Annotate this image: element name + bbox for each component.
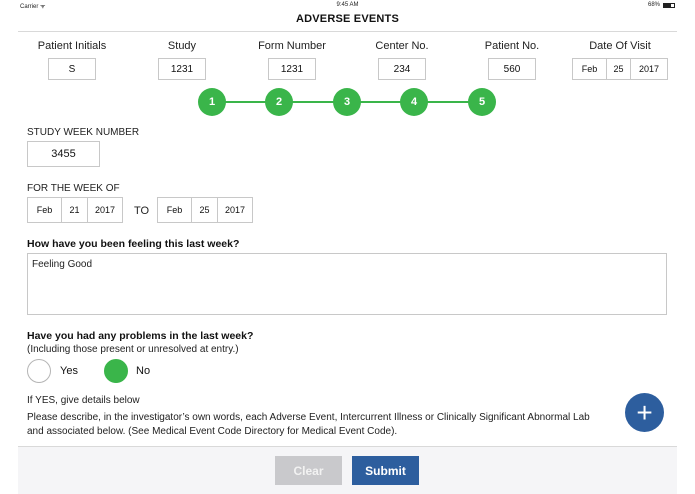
date-of-visit-label: Date Of Visit <box>589 40 651 52</box>
patient-initials-group: Patient Initials S <box>28 40 116 80</box>
visit-day[interactable]: 25 <box>607 59 631 79</box>
details-line-2: and associated below. (See Medical Event… <box>27 426 398 437</box>
center-no-field[interactable]: 234 <box>378 58 426 80</box>
feeling-question: How have you been feeling this last week… <box>27 238 240 250</box>
form-number-field[interactable]: 1231 <box>268 58 316 80</box>
problems-question: Have you had any problems in the last we… <box>27 330 254 342</box>
step-1[interactable]: 1 <box>198 88 226 116</box>
patient-initials-field[interactable]: S <box>48 58 96 80</box>
patient-no-label: Patient No. <box>484 40 540 52</box>
study-week-field[interactable]: 3455 <box>27 141 100 167</box>
patient-no-group: Patient No. 560 <box>468 40 556 80</box>
form-number-group: Form Number 1231 <box>248 40 336 80</box>
page-title: ADVERSE EVENTS <box>295 13 400 25</box>
clear-button[interactable]: Clear <box>275 456 342 485</box>
footer-bar <box>18 447 677 494</box>
submit-button[interactable]: Submit <box>352 456 419 485</box>
visit-month[interactable]: Feb <box>573 59 607 79</box>
week-of-label: FOR THE WEEK OF <box>27 183 120 194</box>
to-month[interactable]: Feb <box>158 198 192 222</box>
study-week-label: STUDY WEEK NUMBER <box>27 127 140 138</box>
to-year[interactable]: 2017 <box>218 198 252 222</box>
patient-no-field[interactable]: 560 <box>488 58 536 80</box>
center-no-label: Center No. <box>375 40 429 52</box>
to-label: TO <box>134 205 150 217</box>
radio-yes-label: Yes <box>60 365 78 377</box>
study-label: Study <box>167 40 197 52</box>
nav-divider <box>18 31 677 32</box>
battery-percent: 68% <box>647 2 660 8</box>
step-2[interactable]: 2 <box>265 88 293 116</box>
study-field[interactable]: 1231 <box>158 58 206 80</box>
battery-status: 68% <box>648 2 675 8</box>
week-from-picker[interactable]: Feb 21 2017 <box>27 197 123 223</box>
step-4[interactable]: 4 <box>400 88 428 116</box>
visit-year[interactable]: 2017 <box>631 59 667 79</box>
date-of-visit-picker[interactable]: Feb 25 2017 <box>572 58 668 80</box>
problems-note: (Including those present or unresolved a… <box>27 344 239 355</box>
radio-no[interactable] <box>104 359 128 383</box>
center-no-group: Center No. 234 <box>358 40 446 80</box>
to-day[interactable]: 25 <box>192 198 218 222</box>
form-number-label: Form Number <box>258 40 326 52</box>
radio-no-label: No <box>136 365 151 377</box>
from-day[interactable]: 21 <box>62 198 88 222</box>
study-group: Study 1231 <box>138 40 226 80</box>
from-month[interactable]: Feb <box>28 198 62 222</box>
clock: 9:45 AM <box>336 2 359 8</box>
feeling-textarea[interactable]: Feeling Good <box>27 253 667 315</box>
status-bar: Carrier ᯤ 9:45 AM 68% <box>0 0 695 10</box>
from-year[interactable]: 2017 <box>88 198 122 222</box>
week-to-picker[interactable]: Feb 25 2017 <box>157 197 253 223</box>
patient-initials-label: Patient Initials <box>37 40 107 52</box>
details-line-1: Please describe, in the investigator’s o… <box>27 412 590 423</box>
progress-stepper: 1 2 3 4 5 <box>198 88 496 116</box>
step-5[interactable]: 5 <box>468 88 496 116</box>
details-heading: If YES, give details below <box>27 395 140 406</box>
battery-icon <box>663 2 675 8</box>
add-event-button[interactable]: + <box>625 393 664 432</box>
date-of-visit-group: Date Of Visit Feb 25 2017 <box>570 40 670 80</box>
step-3[interactable]: 3 <box>333 88 361 116</box>
radio-yes[interactable] <box>27 359 51 383</box>
plus-icon: + <box>636 396 653 428</box>
